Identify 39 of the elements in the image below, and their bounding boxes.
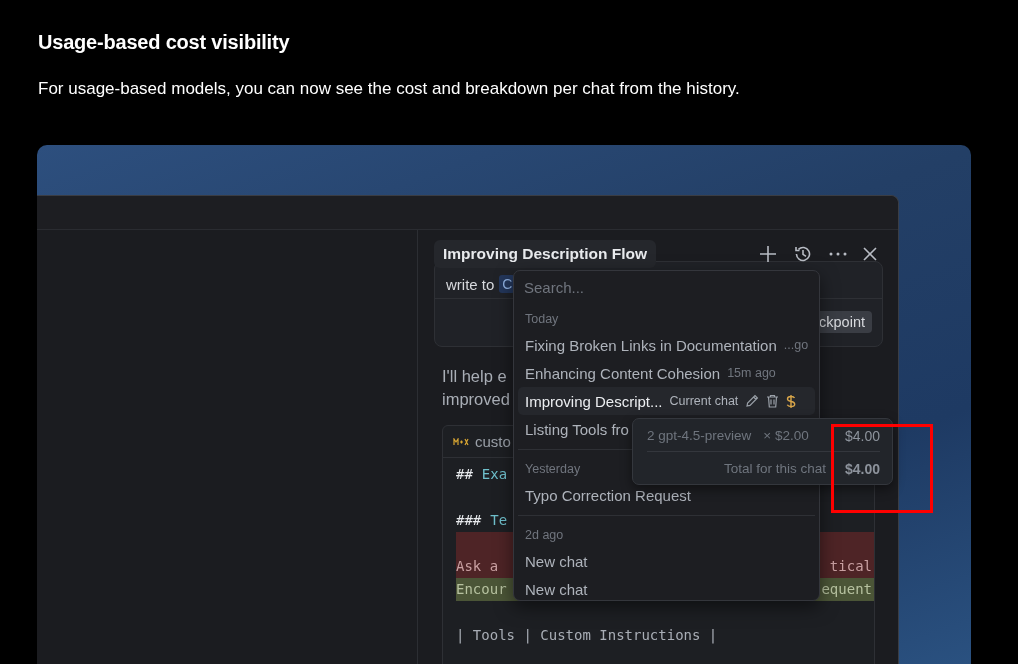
pencil-icon[interactable] [745, 394, 760, 408]
new-chat-icon[interactable] [759, 245, 777, 263]
trash-icon[interactable] [766, 394, 780, 408]
code-text: Ask a [456, 557, 499, 576]
file-type-icon [453, 437, 469, 446]
history-item[interactable]: New chat [518, 547, 815, 575]
code-text: Te [490, 511, 508, 530]
history-item[interactable]: Improving Descript... Current chat [518, 387, 815, 415]
group-label: Today [525, 312, 559, 326]
code-text: ## [456, 465, 473, 484]
history-item[interactable]: Enhancing Content Cohesion 15m ago [518, 359, 815, 387]
history-icon[interactable] [793, 244, 813, 264]
code-file-name: custo [475, 433, 511, 450]
message-text: write to [446, 275, 495, 293]
history-item[interactable]: New chat [518, 575, 815, 603]
code-text: ### [456, 511, 482, 530]
group-label: 2d ago [525, 528, 564, 542]
code-text: Encour [456, 580, 507, 599]
code-text: Exa [481, 465, 508, 484]
section-heading: Usage-based cost visibility [37, 30, 291, 55]
reply-text: improved [442, 389, 510, 410]
history-item[interactable]: Typo Correction Request [518, 481, 815, 509]
history-item[interactable]: Fixing Broken Links in Documentation ...go [518, 331, 815, 359]
section-description: For usage-based models, you can now see the cost and breakdown per chat from the history. [38, 78, 741, 100]
model-usage-text: 2 gpt-4.5-preview [647, 428, 752, 443]
search-field[interactable]: Search... [524, 277, 804, 298]
total-amount: $4.00 [843, 460, 880, 477]
amount-text: $4.00 [843, 427, 880, 444]
rate-text: × $2.00 [763, 428, 809, 443]
code-text: equent [821, 580, 872, 599]
group-label: Yesterday [525, 462, 581, 476]
code-text: tical [829, 557, 872, 576]
code-text: | Tools | Custom Instructions | [456, 626, 718, 646]
reply-text: I'll help e [442, 366, 507, 387]
more-icon[interactable] [829, 252, 847, 256]
total-label: Total for this chat [723, 461, 826, 476]
chat-title-tab[interactable]: Improving Description Flow [434, 240, 657, 268]
close-icon[interactable] [863, 247, 877, 261]
dollar-icon[interactable] [786, 393, 797, 409]
